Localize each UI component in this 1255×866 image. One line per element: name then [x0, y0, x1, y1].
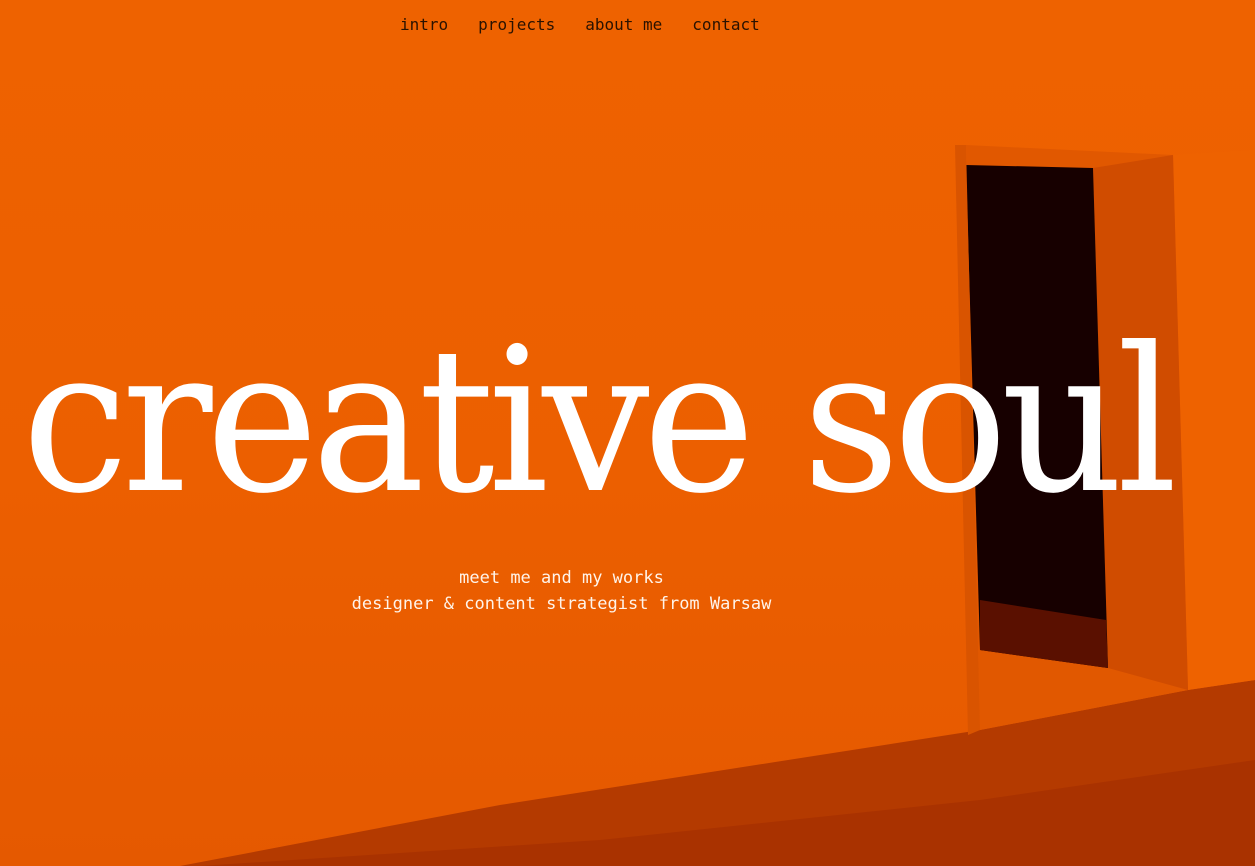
nav-item-projects[interactable]: projects: [478, 15, 555, 34]
nav-item-contact[interactable]: contact: [692, 15, 759, 34]
nav-item-intro[interactable]: intro: [400, 15, 448, 34]
hero-description: designer & content strategist from Warsa…: [351, 594, 772, 614]
hero-section: intro projects about me contact creative…: [0, 0, 1255, 866]
hero-headline: creative soul: [22, 305, 1177, 538]
hero-tagline: meet me and my works: [459, 568, 664, 588]
main-nav: intro projects about me contact: [400, 14, 760, 36]
nav-item-about-me[interactable]: about me: [585, 15, 662, 34]
